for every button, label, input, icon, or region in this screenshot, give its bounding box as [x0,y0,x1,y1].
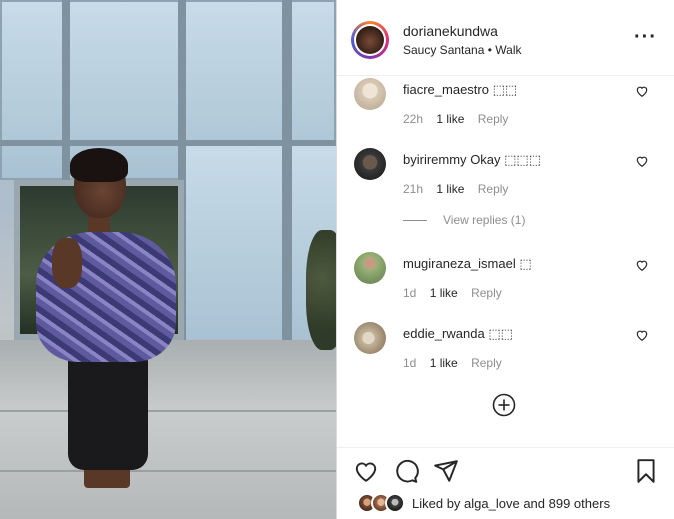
comment-text: fiacre_maestro ⬚⬚ [403,82,517,98]
comment-username[interactable]: fiacre_maestro [403,82,489,97]
comment-age[interactable]: 21h [403,182,423,196]
comment-meta: 21h 1 like Reply [403,182,518,196]
comment-meta: 22h 1 like Reply [403,112,518,126]
shrub [306,230,336,350]
comment-text: eddie_rwanda ⬚⬚ [403,326,513,342]
post-header: dorianekundwa Saucy Santana • Walk ··· [337,0,674,76]
window-transom [0,140,336,146]
view-replies-button[interactable]: View replies (1) [403,213,525,227]
glass-panel [186,146,282,340]
avatar-photo [356,26,384,54]
post-subline: Saucy Santana • Walk [403,43,522,57]
post-video[interactable] [0,0,336,519]
comment-body: ⬚ [519,256,532,271]
commenter-avatar[interactable] [354,322,386,354]
comment-item: eddie_rwanda ⬚⬚ 1d 1 like Reply [337,322,674,382]
comment-item: byiriremmy Okay ⬚⬚⬚ 21h 1 like Reply [337,148,674,208]
comment-username[interactable]: eddie_rwanda [403,326,485,341]
comment-age[interactable]: 1d [403,286,416,300]
view-replies-label: View replies (1) [443,213,526,227]
owner-username[interactable]: dorianekundwa [403,23,498,39]
likes-summary: Liked by alga_love and 899 others [412,496,610,511]
comment-icon[interactable] [393,458,419,484]
plus-circle-icon[interactable] [492,393,516,417]
comment-item: mugiraneza_ismael ⬚ 1d 1 like Reply [337,252,674,312]
liker-username[interactable]: alga_love [464,496,520,511]
comment-body: ⬚⬚ [488,326,513,341]
comment-body: Okay ⬚⬚⬚ [470,152,541,167]
walking-woman [26,148,186,488]
comment-body: ⬚⬚ [492,82,518,97]
comment-text: byiriremmy Okay ⬚⬚⬚ [403,152,541,168]
comment-username[interactable]: mugiraneza_ismael [403,256,516,271]
share-icon[interactable] [433,458,459,484]
commenter-avatar[interactable] [354,78,386,110]
reply-button[interactable]: Reply [478,182,509,196]
comment-username[interactable]: byiriremmy [403,152,467,167]
post-actions: Liked by alga_love and 899 others [337,447,674,519]
heart-icon[interactable] [635,258,649,272]
owner-avatar[interactable] [351,21,389,59]
likes-others[interactable]: and 899 others [523,496,610,511]
comment-meta: 1d 1 like Reply [403,356,512,370]
audio-link[interactable]: Saucy Santana [403,43,484,57]
heart-icon[interactable] [635,154,649,168]
window-mullion [282,0,292,340]
post-side-panel: dorianekundwa Saucy Santana • Walk ··· f… [336,0,674,519]
comment-age[interactable]: 1d [403,356,416,370]
comment-text: mugiraneza_ismael ⬚ [403,256,532,272]
comment-likes[interactable]: 1 like [436,112,464,126]
commenter-avatar[interactable] [354,148,386,180]
comment-meta: 1d 1 like Reply [403,286,512,300]
liker-avatar [385,493,405,513]
comment-likes[interactable]: 1 like [436,182,464,196]
subline-separator: • [487,43,492,57]
reply-button[interactable]: Reply [478,112,509,126]
likes-prefix: Liked by [412,496,461,511]
comment-item: fiacre_maestro ⬚⬚ 22h 1 like Reply [337,78,674,138]
heart-icon[interactable] [635,84,649,98]
bookmark-icon[interactable] [633,458,659,484]
comment-likes[interactable]: 1 like [430,356,458,370]
heart-icon[interactable] [353,458,379,484]
commenter-avatar[interactable] [354,252,386,284]
comment-likes[interactable]: 1 like [430,286,458,300]
black-skirt [68,352,148,470]
comment-age[interactable]: 22h [403,112,423,126]
reply-button[interactable]: Reply [471,286,502,300]
more-icon[interactable]: ··· [634,26,657,49]
bare-shoulder [52,238,82,288]
location-link[interactable]: Walk [495,43,521,57]
view-replies-line [403,220,427,222]
reply-button[interactable]: Reply [471,356,502,370]
hair [70,148,128,182]
heart-icon[interactable] [635,328,649,342]
